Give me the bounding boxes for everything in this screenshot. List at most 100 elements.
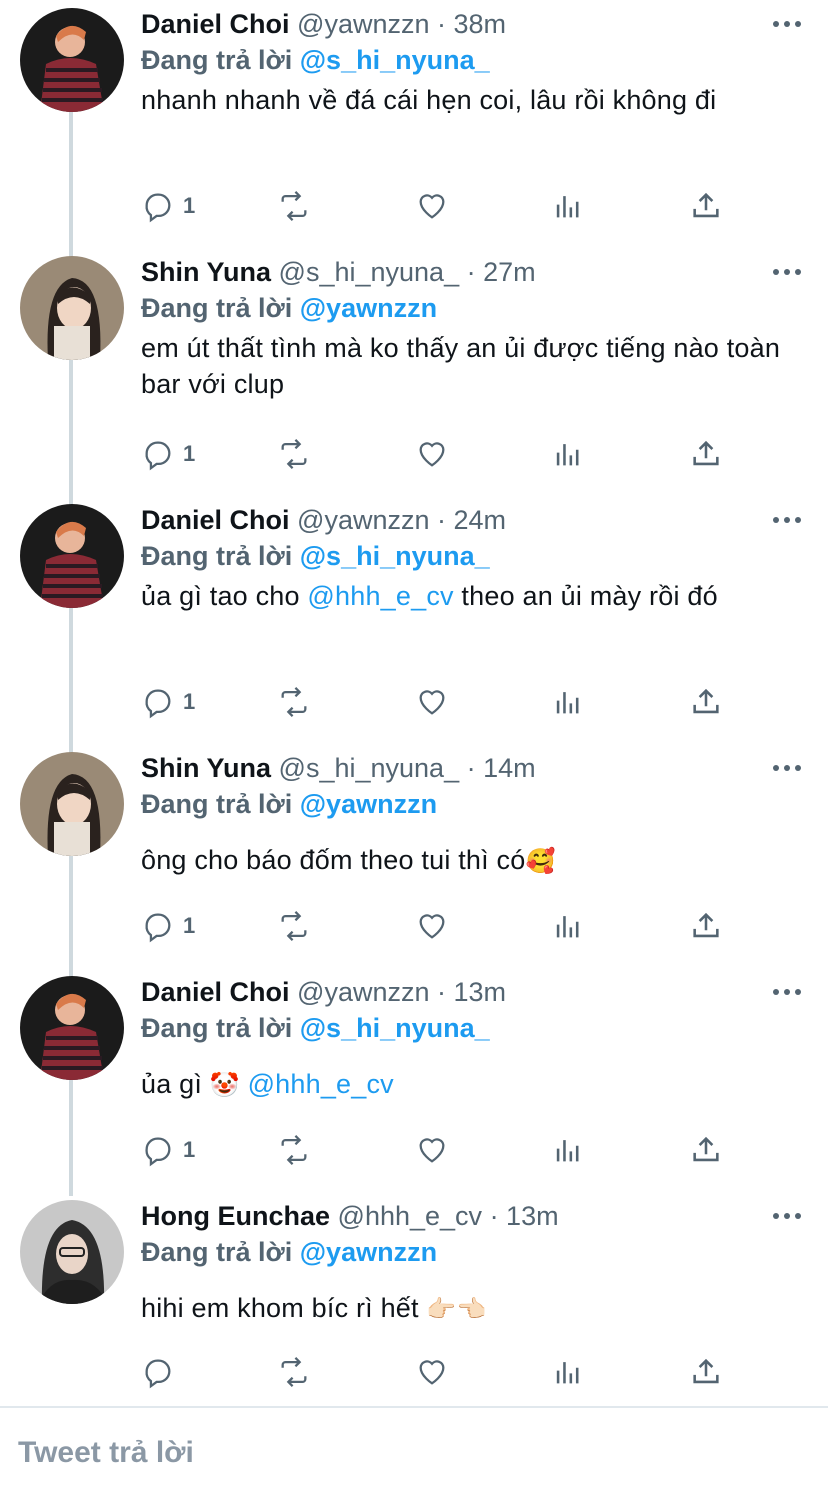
tweet[interactable]: Daniel Choi @yawnzzn · 24m Đang trả lời … bbox=[0, 500, 828, 740]
author-handle[interactable]: @hhh_e_cv bbox=[338, 1201, 483, 1231]
replying-to: Đang trả lời @s_hi_nyuna_ bbox=[141, 40, 490, 80]
timestamp[interactable]: · 13m bbox=[437, 977, 506, 1007]
author-name[interactable]: Shin Yuna bbox=[141, 257, 271, 287]
tweet-header: Daniel Choi @yawnzzn · 13m bbox=[141, 972, 506, 1012]
share-button[interactable] bbox=[689, 1130, 723, 1170]
avatar-hong-eunchae[interactable] bbox=[20, 1200, 124, 1304]
tweet-actions: 1 bbox=[141, 682, 741, 722]
text-segment: ông cho báo đốm theo tui thì có bbox=[141, 845, 526, 875]
views-button[interactable] bbox=[551, 1130, 585, 1170]
retweet-icon bbox=[281, 911, 307, 941]
author-name[interactable]: Shin Yuna bbox=[141, 753, 271, 783]
tweet-actions: 1 bbox=[141, 1130, 741, 1170]
timestamp[interactable]: · 13m bbox=[490, 1201, 559, 1231]
avatar-daniel-choi[interactable] bbox=[20, 8, 124, 112]
views-button[interactable] bbox=[551, 1352, 585, 1392]
tweet-text: em út thất tình mà ko thấy an ủi được ti… bbox=[141, 333, 781, 399]
analytics-icon bbox=[556, 196, 579, 218]
reply-icon bbox=[145, 1359, 171, 1389]
share-button[interactable] bbox=[689, 434, 723, 474]
author-handle[interactable]: @yawnzzn bbox=[297, 505, 429, 535]
reply-to-mention[interactable]: @yawnzzn bbox=[300, 789, 437, 819]
like-button[interactable] bbox=[415, 186, 449, 226]
avatar-shin-yuna[interactable] bbox=[20, 752, 124, 856]
more-options-icon[interactable] bbox=[770, 262, 804, 282]
avatar-daniel-choi[interactable] bbox=[20, 976, 124, 1080]
tweet[interactable]: Hong Eunchae @hhh_e_cv · 13m Đang trả lờ… bbox=[0, 1196, 828, 1406]
reply-input-placeholder[interactable]: Tweet trả lời bbox=[18, 1436, 194, 1470]
author-name[interactable]: Daniel Choi bbox=[141, 505, 290, 535]
tweet[interactable]: Daniel Choi @yawnzzn · 38m Đang trả lời … bbox=[0, 4, 828, 244]
reply-button[interactable]: 1 bbox=[141, 1130, 195, 1170]
text-segment: theo an ủi mày rồi đó bbox=[453, 581, 718, 611]
more-options-icon[interactable] bbox=[770, 982, 804, 1002]
avatar-daniel-choi[interactable] bbox=[20, 504, 124, 608]
share-button[interactable] bbox=[689, 186, 723, 226]
text-segment: ủa gì tao cho bbox=[141, 581, 308, 611]
reply-button[interactable]: 1 bbox=[141, 906, 195, 946]
author-handle[interactable]: @yawnzzn bbox=[297, 9, 429, 39]
reply-count: 1 bbox=[183, 193, 196, 218]
like-button[interactable] bbox=[415, 434, 449, 474]
retweet-button[interactable] bbox=[277, 434, 311, 474]
timestamp[interactable]: · 27m bbox=[467, 257, 536, 287]
author-handle[interactable]: @s_hi_nyuna_ bbox=[279, 753, 460, 783]
retweet-button[interactable] bbox=[277, 682, 311, 722]
replying-to: Đang trả lời @yawnzzn bbox=[141, 784, 437, 824]
retweet-button[interactable] bbox=[277, 1130, 311, 1170]
author-name[interactable]: Daniel Choi bbox=[141, 9, 290, 39]
text-segment: ủa gì bbox=[141, 1069, 210, 1099]
retweet-button[interactable] bbox=[277, 186, 311, 226]
tweet-text: ông cho báo đốm theo tui thì có🥰 bbox=[141, 842, 801, 880]
author-handle[interactable]: @s_hi_nyuna_ bbox=[279, 257, 460, 287]
timestamp[interactable]: · 38m bbox=[437, 9, 506, 39]
share-button[interactable] bbox=[689, 906, 723, 946]
retweet-button[interactable] bbox=[277, 1352, 311, 1392]
tweet[interactable]: Daniel Choi @yawnzzn · 13m Đang trả lời … bbox=[0, 972, 828, 1188]
reply-prefix: Đang trả lời bbox=[141, 1237, 293, 1267]
reply-to-mention[interactable]: @s_hi_nyuna_ bbox=[300, 541, 490, 571]
reply-button[interactable]: 1 bbox=[141, 434, 195, 474]
reply-button[interactable]: 1 bbox=[141, 682, 195, 722]
author-name[interactable]: Hong Eunchae bbox=[141, 1201, 330, 1231]
like-button[interactable] bbox=[415, 682, 449, 722]
like-button[interactable] bbox=[415, 1352, 449, 1392]
reply-button[interactable] bbox=[141, 1352, 183, 1392]
more-options-icon[interactable] bbox=[770, 1206, 804, 1226]
tweet[interactable]: Shin Yuna @s_hi_nyuna_ · 14m Đang trả lờ… bbox=[0, 748, 828, 964]
reply-to-mention[interactable]: @yawnzzn bbox=[300, 1237, 437, 1267]
author-handle[interactable]: @yawnzzn bbox=[297, 977, 429, 1007]
timestamp[interactable]: · 24m bbox=[437, 505, 506, 535]
reply-button[interactable]: 1 bbox=[141, 186, 195, 226]
reply-composer[interactable]: Tweet trả lời bbox=[0, 1406, 828, 1497]
views-button[interactable] bbox=[551, 682, 585, 722]
share-icon bbox=[693, 192, 719, 218]
like-button[interactable] bbox=[415, 906, 449, 946]
more-options-icon[interactable] bbox=[770, 510, 804, 530]
share-button[interactable] bbox=[689, 682, 723, 722]
retweet-button[interactable] bbox=[277, 906, 311, 946]
reply-to-mention[interactable]: @s_hi_nyuna_ bbox=[300, 1013, 490, 1043]
reply-to-mention[interactable]: @s_hi_nyuna_ bbox=[300, 45, 490, 75]
pointing-hands-emoji: 👉🏻👈🏻 bbox=[426, 1296, 487, 1323]
timestamp[interactable]: · 14m bbox=[467, 753, 536, 783]
retweet-icon bbox=[281, 191, 307, 221]
views-button[interactable] bbox=[551, 434, 585, 474]
more-options-icon[interactable] bbox=[770, 14, 804, 34]
more-options-icon[interactable] bbox=[770, 758, 804, 778]
views-button[interactable] bbox=[551, 186, 585, 226]
reply-prefix: Đang trả lời bbox=[141, 541, 293, 571]
tweet[interactable]: Shin Yuna @s_hi_nyuna_ · 27m Đang trả lờ… bbox=[0, 252, 828, 492]
views-button[interactable] bbox=[551, 906, 585, 946]
author-name[interactable]: Daniel Choi bbox=[141, 977, 290, 1007]
like-button[interactable] bbox=[415, 1130, 449, 1170]
mention-link[interactable]: @hhh_e_cv bbox=[307, 581, 453, 611]
reply-count: 1 bbox=[183, 689, 196, 714]
tweet-header: Shin Yuna @s_hi_nyuna_ · 14m bbox=[141, 748, 536, 788]
mention-link[interactable]: @hhh_e_cv bbox=[248, 1069, 394, 1099]
reply-to-mention[interactable]: @yawnzzn bbox=[300, 293, 437, 323]
avatar-shin-yuna[interactable] bbox=[20, 256, 124, 360]
tweet-text: ủa gì tao cho @hhh_e_cv theo an ủi mày r… bbox=[141, 578, 801, 614]
analytics-icon bbox=[556, 916, 579, 938]
share-button[interactable] bbox=[689, 1352, 723, 1392]
